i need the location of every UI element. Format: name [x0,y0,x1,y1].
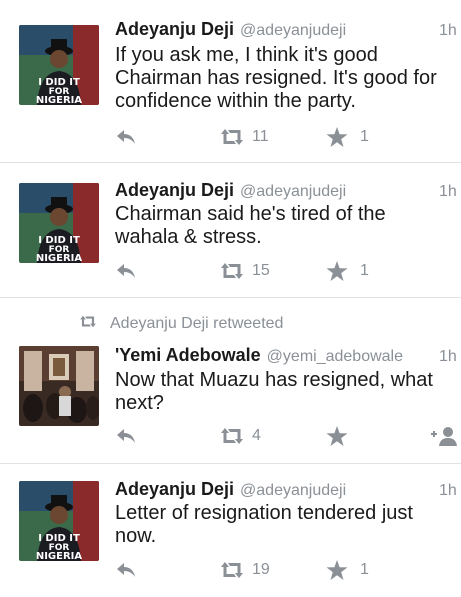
star-icon [326,425,348,447]
user-handle[interactable]: @adeyanjudeji [240,482,346,499]
user-handle[interactable]: @adeyanjudeji [240,22,346,39]
avatar-text-line: NIGERIA [36,95,83,105]
retweet-count: 4 [252,427,261,444]
tweet-text-line: Chairman said he's tired of the [115,203,386,225]
tweet-actions: 19 1 [0,558,461,582]
tweet-text-line: now. [115,525,157,547]
favorite-button[interactable]: 1 [326,125,369,149]
display-name[interactable]: Adeyanju Deji [115,180,234,200]
tweet-text-line: If you ask me, I think it's good [115,44,378,66]
tweet-text: Now that Muazu has resigned, what next? [115,369,457,415]
reply-button[interactable] [115,558,137,582]
favorite-count: 1 [360,262,369,279]
tweet-text-line: next? [115,392,164,414]
retweet-icon [78,315,110,333]
favorite-button[interactable]: 1 [326,259,369,283]
reply-icon [115,262,137,280]
tweet-text: If you ask me, I think it's good Chairma… [115,44,457,113]
star-icon [326,260,348,282]
reply-icon [115,561,137,579]
tweet-text-line: confidence within the party. [115,90,356,112]
author-name[interactable]: Adeyanju Deji @adeyanjudeji [115,479,346,500]
retweet-context: Adeyanju Deji retweeted [78,314,283,334]
retweet-button[interactable]: 4 [218,424,261,448]
retweet-icon [218,128,246,146]
favorite-count: 1 [360,561,369,578]
timestamp[interactable]: 1h [439,183,461,201]
tweet-card[interactable]: I DID IT FOR NIGERIA Adeyanju Deji @adeya… [0,464,461,597]
reply-icon [115,427,137,445]
display-name[interactable]: 'Yemi Adebowale [115,345,261,365]
retweet-button[interactable]: 11 [218,125,269,149]
author-name[interactable]: Adeyanju Deji @adeyanjudeji [115,19,346,40]
retweet-context-label[interactable]: Adeyanju Deji retweeted [110,315,283,333]
tweet-card[interactable]: I DID IT FOR NIGERIA Adeyanju Deji @adeya… [0,163,461,298]
reply-button[interactable] [115,259,137,283]
avatar[interactable]: I DID IT FOR NIGERIA [19,183,99,263]
follow-button[interactable] [430,424,458,448]
reply-icon [115,128,137,146]
display-name[interactable]: Adeyanju Deji [115,19,234,39]
retweet-button[interactable]: 15 [218,259,270,283]
display-name[interactable]: Adeyanju Deji [115,479,234,499]
tweet-actions: 4 [0,424,461,448]
timestamp[interactable]: 1h [439,22,461,40]
avatar[interactable]: I DID IT FOR NIGERIA [19,481,99,561]
tweet-text-line: Now that Muazu has resigned, what [115,369,433,391]
retweet-count: 15 [252,262,270,279]
retweet-count: 11 [252,128,269,145]
author-name[interactable]: 'Yemi Adebowale @yemi_adebowale [115,345,403,366]
timestamp[interactable]: 1h [439,482,461,500]
tweet-text: Chairman said he's tired of the wahala &… [115,203,457,249]
tweet-card[interactable]: Adeyanju Deji retweeted 'Yemi Adebowale @… [0,298,461,464]
timestamp[interactable]: 1h [439,348,461,366]
tweet-text: Letter of resignation tendered just now. [115,502,457,548]
retweet-icon [218,262,246,280]
retweet-button[interactable]: 19 [218,558,270,582]
favorite-button[interactable] [326,424,348,448]
reply-button[interactable] [115,424,137,448]
star-icon [326,559,348,581]
user-handle[interactable]: @yemi_adebowale [267,348,403,365]
favorite-count: 1 [360,128,369,145]
favorite-button[interactable]: 1 [326,558,369,582]
tweet-actions: 11 1 [0,125,461,149]
tweet-text-line: wahala & stress. [115,226,262,248]
tweet-actions: 15 1 [0,259,461,283]
retweet-icon [218,427,246,445]
tweet-text-line: Chairman has resigned. It's good for [115,67,437,89]
user-handle[interactable]: @adeyanjudeji [240,183,346,200]
retweet-icon [218,561,246,579]
retweet-count: 19 [252,561,270,578]
tweet-card[interactable]: I DID IT FOR NIGERIA Adeyanju Deji @adeya… [0,0,461,163]
author-name[interactable]: Adeyanju Deji @adeyanjudeji [115,180,346,201]
avatar[interactable]: I DID IT FOR NIGERIA [19,25,99,105]
add-user-icon [430,426,458,446]
avatar[interactable] [19,346,99,426]
tweet-text-line: Letter of resignation tendered just [115,502,413,524]
star-icon [326,126,348,148]
reply-button[interactable] [115,125,137,149]
